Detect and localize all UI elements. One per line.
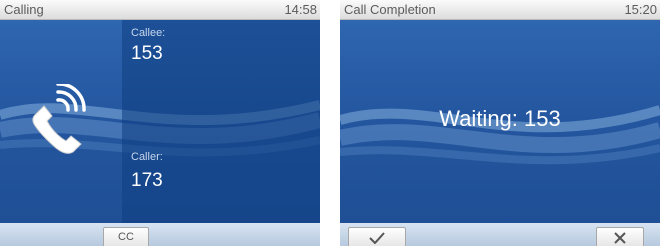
softkey-bar: CC — [0, 223, 320, 246]
caller-label: Caller: — [131, 151, 163, 163]
main-area: Callee: 153 Caller: 173 — [0, 20, 320, 223]
callee-label: Callee: — [131, 27, 166, 39]
clock: 14:58 — [284, 2, 317, 17]
call-completion-screen: Call Completion 15:20 Waiting: 153 — [340, 0, 660, 246]
check-icon — [369, 232, 385, 245]
screen-title: Calling — [4, 2, 44, 17]
cc-softkey[interactable]: CC — [103, 227, 149, 246]
calling-screen: Calling 14:58 Callee: 153 Caller: 173 CC — [0, 0, 320, 246]
caller-number: 173 — [131, 170, 163, 191]
softkey-bar — [340, 223, 660, 246]
status-bar: Call Completion 15:20 — [340, 0, 660, 20]
main-area: Waiting: 153 — [340, 20, 660, 223]
cancel-softkey[interactable] — [596, 227, 644, 246]
callee-number: 153 — [131, 43, 163, 64]
status-bar: Calling 14:58 — [0, 0, 320, 20]
screen-title: Call Completion — [344, 2, 436, 17]
ringing-handset-icon — [28, 82, 90, 156]
close-icon — [614, 232, 626, 244]
call-info-panel: Callee: 153 Caller: 173 — [122, 20, 320, 223]
clock: 15:20 — [624, 2, 657, 17]
confirm-softkey[interactable] — [348, 227, 406, 246]
waiting-message: Waiting: 153 — [439, 106, 561, 131]
